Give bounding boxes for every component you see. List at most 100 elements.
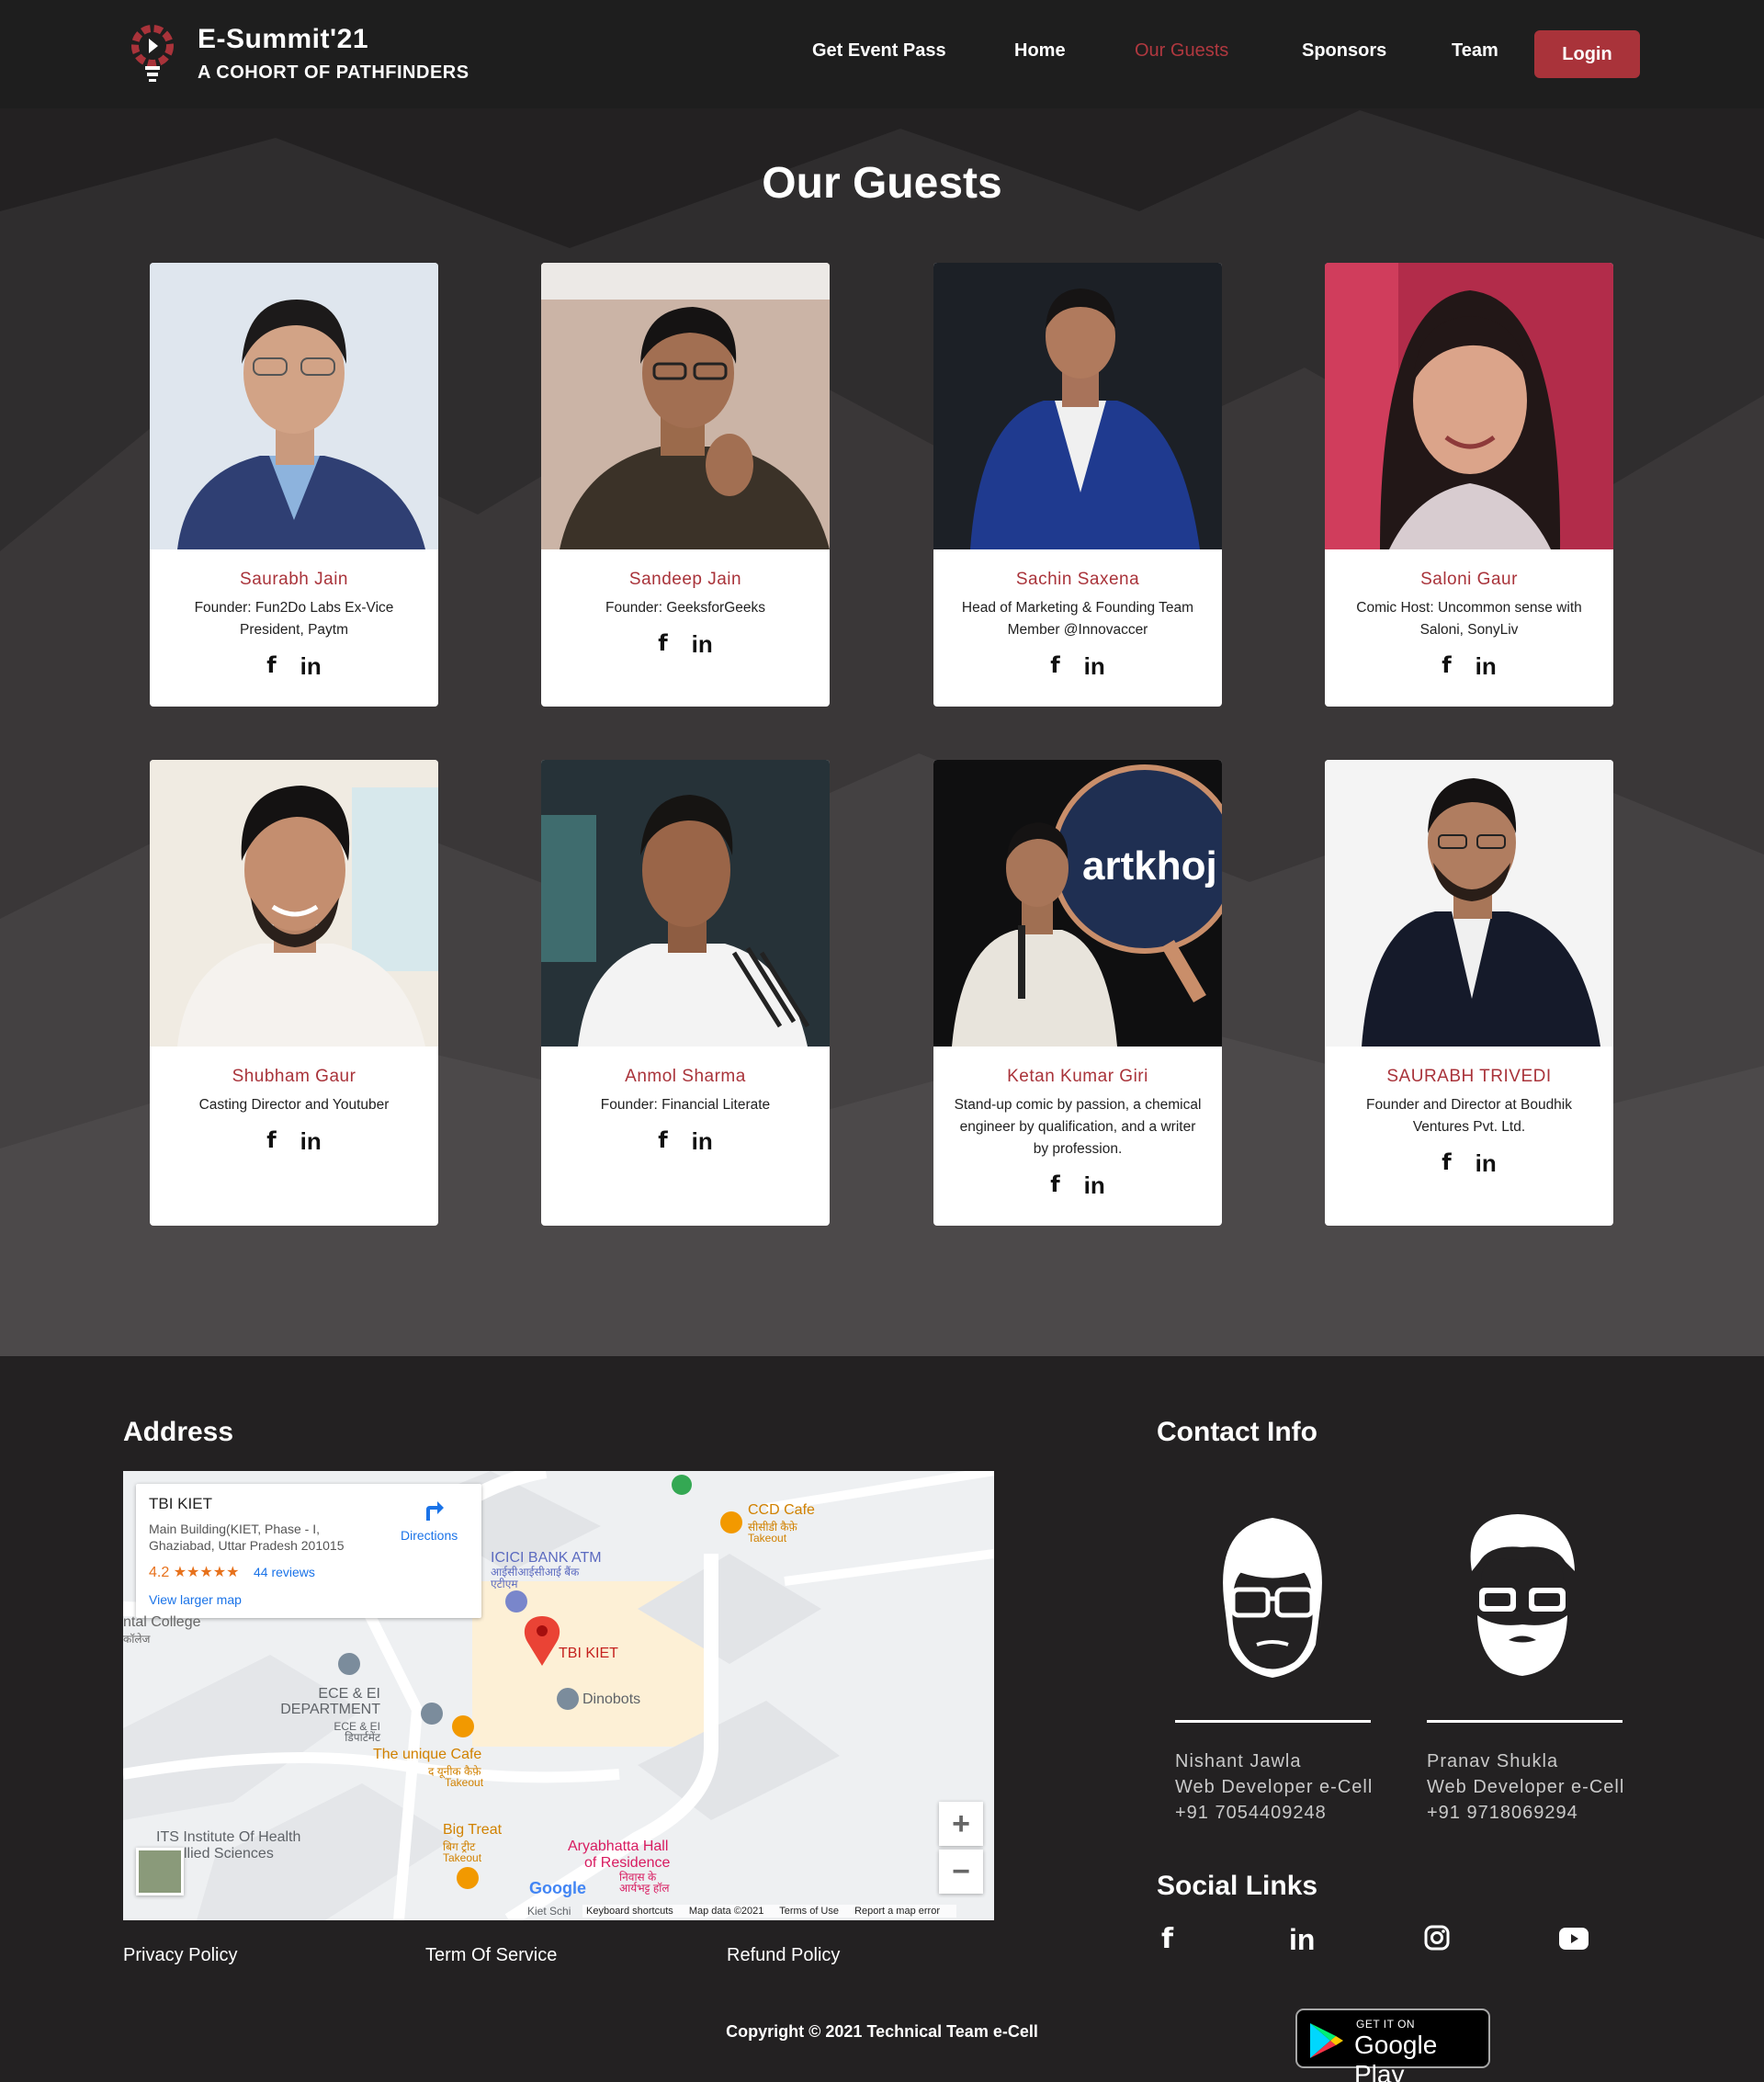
linkedin-icon[interactable]: in [1476,1149,1497,1178]
linkedin-icon[interactable]: in [692,1127,713,1156]
facebook-icon[interactable]: f [1050,652,1059,681]
map-zoom-out-button[interactable]: − [939,1850,983,1894]
guest-photo [150,760,438,1047]
map-reviews-link[interactable]: 44 reviews [254,1565,315,1579]
contact-card-nishant: Nishant Jawla Web Developer e-Cell +91 7… [1175,1748,1373,1826]
guest-role: Stand-up comic by passion, a chemical en… [954,1097,1202,1157]
map-rating-value: 4.2 [149,1565,170,1580]
linkedin-icon[interactable]: in [1289,1923,1315,1957]
guest-card: SAURABH TRIVEDI Founder and Director at … [1325,760,1613,1226]
map-label-big-treat: Big Treat [443,1822,503,1838]
guest-photo [933,263,1222,549]
map-label-ccd: CCD Cafe [748,1502,815,1518]
guest-role: Founder: GeeksforGeeks [605,600,766,616]
view-larger-map-link[interactable]: View larger map [149,1592,242,1607]
linkedin-icon[interactable]: in [1476,652,1497,681]
directions-link[interactable]: Directions [401,1528,458,1543]
linkedin-icon[interactable]: in [300,1127,322,1156]
page-title: Our Guests [762,159,1002,208]
guest-name: Sandeep Jain [628,570,742,589]
guest-photo [1325,263,1613,549]
contact-title: Web Developer e-Cell [1427,1777,1625,1797]
map-label-tbi-kiet: TBI KIET [559,1646,618,1661]
contact-divider [1175,1720,1371,1723]
facebook-icon[interactable]: f [658,630,667,659]
contact-info-heading: Contact Info [1157,1417,1317,1447]
linkedin-icon[interactable]: in [300,652,322,681]
map-label-ccd-takeout: Takeout [748,1532,787,1545]
guest-card: Sandeep Jain Founder: GeeksforGeeks f in [541,263,830,707]
guest-social-links: f in [933,1171,1222,1200]
contact-phone[interactable]: +91 7054409248 [1175,1800,1373,1826]
contact-phone[interactable]: +91 9718069294 [1427,1800,1624,1826]
guest-photo [541,760,830,1047]
guest-name: Saurabh Jain [240,570,348,589]
contact-card-pranav: Pranav Shukla Web Developer e-Cell +91 9… [1427,1748,1624,1826]
map-label-aryabhatta-2: of Residence [584,1855,671,1871]
linkedin-icon[interactable]: in [692,630,713,659]
brand-title[interactable]: E-Summit'21 [198,24,368,55]
facebook-icon[interactable]: f [266,652,276,681]
map-label-icici: ICICI BANK ATM [491,1550,602,1566]
contact-avatar-pranav [1470,1514,1575,1676]
login-button[interactable]: Login [1534,30,1640,78]
youtube-icon[interactable] [1559,1928,1589,1950]
map-label-its: ITS Institute Of Health [156,1829,301,1845]
map-satellite-toggle[interactable] [136,1848,184,1895]
nav-link-home[interactable]: Home [1014,40,1066,62]
facebook-icon[interactable]: f [1050,1171,1059,1200]
social-links-heading: Social Links [1157,1871,1318,1901]
map-report-error-link[interactable]: Report a map error [854,1906,940,1917]
map-place-address: Main Building(KIET, Phase - I, Ghaziabad… [149,1522,345,1553]
directions-icon[interactable] [419,1497,445,1522]
google-map[interactable]: TBI KIET Main Building(KIET, Phase - I, … [123,1471,994,1920]
facebook-icon[interactable]: f [1161,1923,1173,1955]
map-footer-links: Keyboard shortcuts Map data ©2021 Terms … [582,1905,956,1918]
esummit-logo-icon[interactable] [130,22,178,83]
privacy-policy-link[interactable]: Privacy Policy [123,1945,237,1966]
guest-social-links: f in [150,1127,438,1156]
term-of-service-link[interactable]: Term Of Service [425,1945,557,1966]
map-terms-link[interactable]: Terms of Use [779,1906,839,1917]
map-label-dinobots: Dinobots [582,1692,641,1707]
nav-link-sponsors[interactable]: Sponsors [1302,40,1386,62]
map-label-unique-cafe: The unique Cafe [373,1747,482,1762]
guest-social-links: f in [150,652,438,681]
address-heading: Address [123,1417,234,1447]
map-place-card: TBI KIET Main Building(KIET, Phase - I, … [136,1484,481,1618]
map-keyboard-shortcuts-link[interactable]: Keyboard shortcuts [586,1906,673,1917]
nav-link-team[interactable]: Team [1452,40,1498,62]
instagram-icon[interactable] [1424,1925,1450,1951]
facebook-icon[interactable]: f [266,1127,276,1156]
map-label-kiet-school: Kiet Schi [527,1905,571,1918]
google-play-badge[interactable]: GET IT ON Google Play [1295,2008,1490,2082]
nav-link-get-event-pass[interactable]: Get Event Pass [812,40,946,62]
guest-card: Sachin Saxena Head of Marketing & Foundi… [933,263,1222,707]
map-zoom-in-button[interactable]: + [939,1802,983,1846]
facebook-icon[interactable]: f [658,1127,667,1156]
facebook-icon[interactable]: f [1442,1149,1451,1178]
map-label-ece-hi: ECE & EI डिपार्टमेंट [334,1720,380,1744]
google-logo: Google [529,1879,586,1897]
contact-title: Web Developer e-Cell [1175,1777,1374,1797]
facebook-icon[interactable]: f [1442,652,1451,681]
refund-policy-link[interactable]: Refund Policy [727,1945,840,1966]
linkedin-icon[interactable]: in [1084,652,1105,681]
guest-role: Founder: Fun2Do Labs Ex-Vice President, … [194,600,394,638]
linkedin-icon[interactable]: in [1084,1171,1105,1200]
map-label-unique-takeout: Takeout [445,1776,484,1789]
brand-subtitle: A COHORT OF PATHFINDERS [198,62,469,83]
nav-link-our-guests[interactable]: Our Guests [1135,40,1228,62]
contact-name: Nishant Jawla [1175,1751,1302,1771]
guest-card: Shubham Gaur Casting Director and Youtub… [150,760,438,1226]
google-play-icon [1310,2023,1343,2058]
map-label-big-treat-takeout: Takeout [443,1851,482,1864]
contact-avatar-nishant [1223,1518,1322,1678]
guest-photo [150,263,438,549]
map-label-aryabhatta-hi: निवास के आर्यभट्ट हॉल [619,1871,670,1895]
copyright-text: Copyright © 2021 Technical Team e-Cell [726,2022,1038,2041]
guest-card: Saloni Gaur Comic Host: Uncommon sense w… [1325,263,1613,707]
guest-role: Founder and Director at Boudhik Ventures… [1365,1097,1573,1135]
map-label-icici-hi: आईसीआईसीआई बैंक एटीएम [491,1566,580,1590]
guest-social-links: f in [1325,1149,1613,1178]
